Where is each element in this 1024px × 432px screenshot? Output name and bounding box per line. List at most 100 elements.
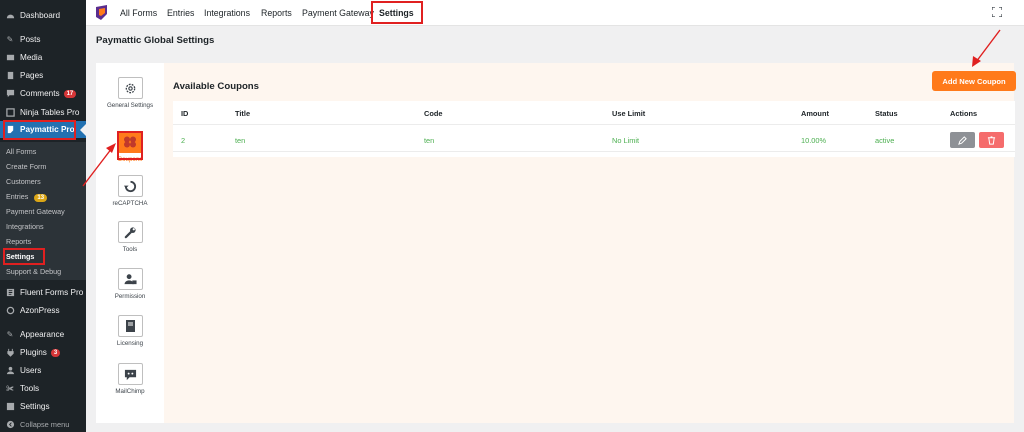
sidebar-item-media[interactable]: Media — [0, 49, 86, 66]
highlight-tab-settings — [371, 1, 423, 24]
delete-coupon-button[interactable] — [979, 132, 1004, 148]
settings-nav-permission[interactable]: Permission — [96, 268, 164, 301]
trash-icon — [987, 135, 996, 145]
page-title: Paymattic Global Settings — [96, 35, 215, 46]
highlight-submenu-settings — [3, 248, 45, 265]
submenu-item-customers[interactable]: Customers — [6, 177, 41, 186]
sidebar-item-label: Posts — [20, 35, 41, 44]
submenu-item-support-debug[interactable]: Support & Debug — [6, 267, 61, 276]
sidebar-item-ninja-tables[interactable]: Ninja Tables Pro — [0, 104, 86, 121]
submenu-item-reports[interactable]: Reports — [6, 237, 31, 246]
azonpress-icon — [5, 306, 15, 316]
column-header-code: Code — [424, 109, 443, 118]
sidebar-item-label: Collapse menu — [20, 420, 70, 429]
collapse-menu-button[interactable]: Collapse menu — [0, 416, 86, 432]
cell-id: 2 — [181, 136, 186, 145]
paymattic-logo — [96, 5, 107, 20]
sidebar-item-label: Fluent Forms Pro — [20, 288, 84, 297]
settings-nav-general[interactable]: General Settings — [96, 77, 164, 110]
submenu-item-payment-gateway[interactable]: Payment Gateway — [6, 207, 65, 216]
coupons-title: Available Coupons — [173, 81, 260, 92]
wrench-icon — [117, 221, 143, 243]
settings-nav-label: MailChimp — [115, 388, 145, 395]
comments-icon — [5, 89, 15, 99]
column-header-status: Status — [875, 109, 898, 118]
submenu-item-create-form[interactable]: Create Form — [6, 162, 46, 171]
cell-title: ten — [235, 136, 246, 145]
tab-reports[interactable]: Reports — [261, 8, 292, 18]
settings-nav-mailchimp[interactable]: MailChimp — [96, 363, 164, 396]
add-new-coupon-button[interactable]: Add New Coupon — [932, 71, 1016, 91]
settings-nav-label: Permission — [114, 293, 146, 300]
table-icon — [5, 108, 15, 118]
sidebar-item-posts[interactable]: ✎ Posts — [0, 31, 86, 48]
forms-icon — [5, 288, 15, 298]
gear-icon — [117, 77, 143, 99]
table-header: ID Title Code Use Limit Amount Status Ac… — [173, 101, 1015, 125]
column-header-actions: Actions — [950, 109, 978, 118]
sidebar-item-azonpress[interactable]: AzonPress — [0, 302, 86, 319]
column-header-id: ID — [181, 109, 189, 118]
highlight-coupons — [117, 131, 143, 160]
users-icon — [5, 366, 15, 376]
sidebar-item-comments[interactable]: Comments 17 — [0, 85, 86, 102]
brush-icon: ✎ — [6, 330, 14, 339]
entries-count-badge: 13 — [34, 194, 48, 202]
sidebar-item-fluent-forms[interactable]: Fluent Forms Pro — [0, 284, 86, 301]
pages-icon — [5, 71, 15, 81]
submenu-item-label: Entries — [6, 192, 29, 201]
book-icon — [117, 315, 143, 337]
sidebar-item-label: Ninja Tables Pro — [20, 108, 80, 117]
sidebar-item-users[interactable]: Users — [0, 362, 86, 379]
edit-coupon-button[interactable] — [950, 132, 975, 148]
settings-nav-licensing[interactable]: Licensing — [96, 315, 164, 348]
settings-icon — [5, 402, 15, 412]
tab-integrations[interactable]: Integrations — [204, 8, 250, 18]
submenu-item-entries[interactable]: Entries 13 — [6, 192, 48, 202]
admin-sidebar: Dashboard ✎ Posts Media Pages Comments 1… — [0, 0, 86, 432]
tab-entries[interactable]: Entries — [167, 8, 194, 18]
sidebar-item-settings[interactable]: Settings — [0, 398, 86, 415]
arrow-to-add-button — [972, 29, 1001, 67]
settings-nav: General Settings Coupons reCAPTCHA Tools… — [96, 63, 164, 423]
sidebar-item-label: Comments — [20, 89, 60, 98]
sidebar-item-tools[interactable]: ✀ Tools — [0, 380, 86, 397]
settings-nav-label: Tools — [122, 246, 138, 253]
wrench-icon: ✀ — [6, 383, 14, 393]
settings-nav-label: General Settings — [106, 102, 154, 109]
sidebar-item-pages[interactable]: Pages — [0, 67, 86, 84]
sidebar-item-label: AzonPress — [20, 306, 60, 315]
user-lock-icon — [117, 268, 143, 290]
sidebar-item-label: Appearance — [20, 330, 65, 339]
mailchimp-icon — [117, 363, 143, 385]
dashboard-icon — [5, 11, 15, 21]
active-menu-pointer — [80, 124, 86, 136]
tab-payment-gateway[interactable]: Payment Gateway — [302, 8, 374, 18]
settings-nav-recaptcha[interactable]: reCAPTCHA — [96, 175, 164, 208]
media-icon — [5, 53, 15, 63]
column-header-title: Title — [235, 109, 251, 118]
plugins-count-badge: 3 — [50, 348, 61, 357]
sidebar-item-label: Settings — [20, 402, 50, 411]
settings-nav-tools[interactable]: Tools — [96, 221, 164, 254]
sidebar-item-label: Tools — [20, 384, 40, 393]
recaptcha-icon — [117, 175, 143, 197]
top-navigation-bar: All Forms Entries Integrations Reports P… — [86, 0, 1024, 26]
submenu-item-all-forms[interactable]: All Forms — [6, 147, 36, 156]
cell-amount: 10.00% — [801, 136, 827, 145]
settings-nav-label: Licensing — [116, 340, 144, 347]
sidebar-item-plugins[interactable]: Plugins 3 — [0, 344, 86, 361]
tab-all-forms[interactable]: All Forms — [120, 8, 157, 18]
pencil-icon — [958, 135, 967, 145]
sidebar-item-label: Users — [20, 366, 42, 375]
fullscreen-icon[interactable] — [992, 7, 1002, 17]
submenu-item-integrations[interactable]: Integrations — [6, 222, 44, 231]
sidebar-item-label: Media — [20, 53, 43, 62]
settings-nav-label: reCAPTCHA — [112, 200, 148, 207]
cell-code: ten — [424, 136, 435, 145]
coupons-table: ID Title Code Use Limit Amount Status Ac… — [173, 101, 1015, 157]
sidebar-item-appearance[interactable]: ✎ Appearance — [0, 326, 86, 343]
highlight-paymattic-pro — [3, 120, 76, 140]
sidebar-item-dashboard[interactable]: Dashboard — [0, 7, 86, 24]
pin-icon: ✎ — [6, 35, 14, 44]
